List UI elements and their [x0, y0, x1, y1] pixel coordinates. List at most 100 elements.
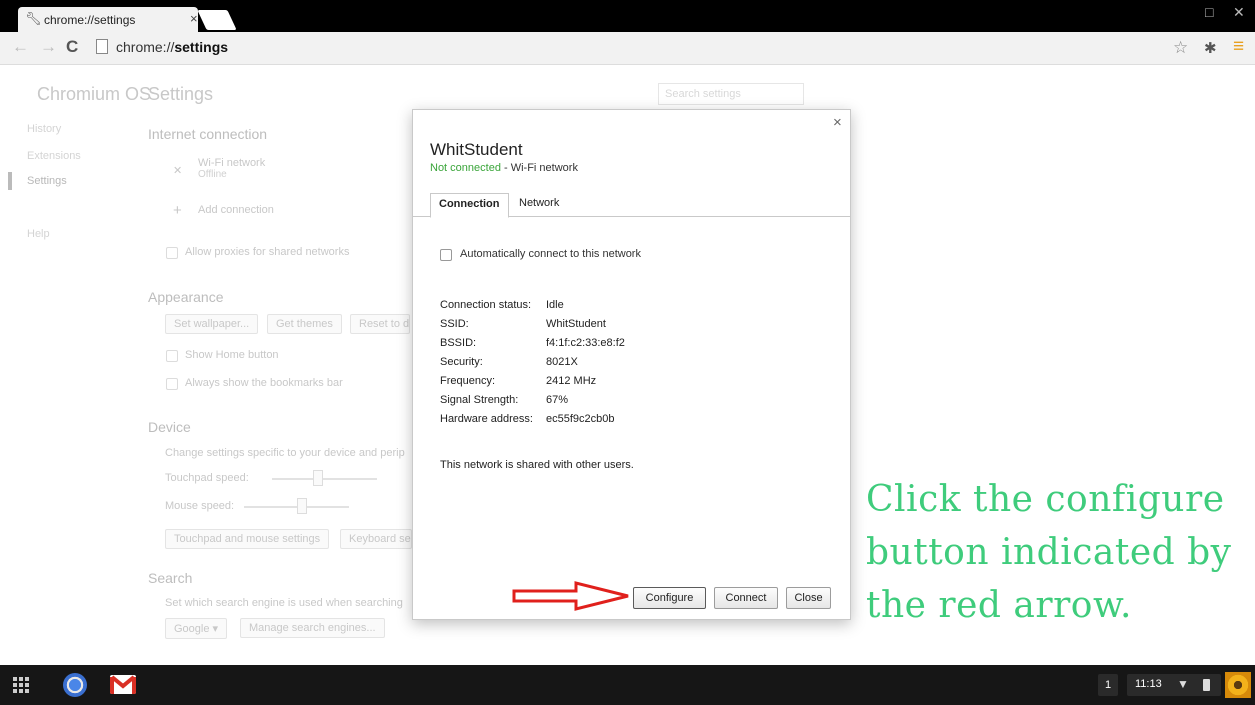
- sidebar-item-settings[interactable]: Settings: [27, 175, 67, 187]
- dialog-tabs: Connection Network: [413, 190, 850, 218]
- sidebar-item-help[interactable]: Help: [27, 228, 50, 240]
- touchpad-slider-handle[interactable]: [313, 470, 323, 486]
- detail-value: ec55f9c2cb0b: [546, 413, 615, 425]
- wifi-off-icon: ✕: [173, 165, 183, 177]
- back-icon[interactable]: ←: [12, 37, 29, 57]
- detail-row: Signal Strength: 67%: [440, 394, 568, 406]
- extension-icon[interactable]: ✱: [1204, 39, 1217, 57]
- detail-label: BSSID:: [440, 337, 477, 349]
- sidebar-selection-bar: [8, 172, 12, 190]
- configure-button[interactable]: Configure: [633, 587, 706, 609]
- detail-label: SSID:: [440, 318, 469, 330]
- search-description: Set which search engine is used when sea…: [165, 597, 403, 609]
- connection-status-text: Not connected: [430, 162, 501, 174]
- detail-label: Frequency:: [440, 375, 496, 387]
- dialog-subtitle: Not connected - Wi-Fi network: [430, 162, 578, 174]
- detail-label: Hardware address:: [440, 413, 533, 425]
- wifi-network-label[interactable]: Wi-Fi network: [198, 157, 265, 169]
- detail-row: SSID: WhitStudent: [440, 318, 606, 330]
- maximize-icon[interactable]: □: [1205, 4, 1213, 20]
- sidebar-item-history[interactable]: History: [27, 123, 61, 135]
- wrench-icon: 🔧︎: [25, 11, 42, 26]
- tab-strip: 🔧︎ chrome://settings × □ ✕: [0, 0, 1255, 33]
- search-settings-input[interactable]: Search settings: [658, 83, 804, 105]
- detail-row: Connection status: Idle: [440, 299, 564, 311]
- tab-close-icon[interactable]: ×: [190, 11, 198, 26]
- keyboard-settings-button[interactable]: Keyboard se: [340, 529, 412, 549]
- detail-label: Signal Strength:: [440, 394, 519, 406]
- detail-value: 2412 MHz: [546, 375, 597, 387]
- dialog-title: WhitStudent: [430, 140, 523, 159]
- connect-button[interactable]: Connect: [714, 587, 778, 609]
- app-name: Chromium OS: [37, 84, 152, 104]
- detail-row: Security: 8021X: [440, 356, 578, 368]
- tab-network[interactable]: Network: [511, 193, 567, 217]
- appearance-heading: Appearance: [148, 289, 224, 305]
- network-details-dialog: × WhitStudent Not connected - Wi-Fi netw…: [412, 109, 851, 620]
- detail-label: Connection status:: [440, 299, 532, 311]
- show-home-label: Show Home button: [185, 349, 279, 361]
- arrow-shape: [512, 581, 629, 611]
- address-bar[interactable]: chrome://settings: [96, 37, 1164, 59]
- device-description: Change settings specific to your device …: [165, 447, 405, 459]
- reset-theme-button[interactable]: Reset to d: [350, 314, 410, 334]
- detail-value: f4:1f:c2:33:e8:f2: [546, 337, 625, 349]
- wifi-icon: ▼: [1177, 677, 1189, 691]
- clock: 11:13: [1135, 678, 1162, 690]
- detail-value: WhitStudent: [546, 318, 606, 330]
- detail-label: Security:: [440, 356, 483, 368]
- manage-engines-button[interactable]: Manage search engines...: [240, 618, 385, 638]
- search-engine-select[interactable]: Google ▾: [165, 618, 228, 639]
- detail-value: Idle: [546, 299, 564, 311]
- notification-count[interactable]: 1: [1098, 674, 1118, 696]
- os-shelf: 1 11:13 ▼: [0, 665, 1255, 705]
- detail-value: 8021X: [546, 356, 578, 368]
- allow-proxies-label: Allow proxies for shared networks: [185, 246, 350, 258]
- set-wallpaper-button[interactable]: Set wallpaper...: [165, 314, 259, 334]
- browser-tab[interactable]: 🔧︎ chrome://settings ×: [18, 7, 198, 33]
- gmail-icon[interactable]: [110, 675, 136, 694]
- allow-proxies-checkbox[interactable]: [166, 247, 178, 259]
- app-launcher-icon[interactable]: [13, 677, 29, 693]
- avatar[interactable]: [1225, 672, 1251, 698]
- system-tray[interactable]: 11:13 ▼: [1127, 674, 1221, 696]
- dialog-close-icon[interactable]: ×: [833, 114, 842, 131]
- touchpad-settings-button[interactable]: Touchpad and mouse settings: [165, 529, 330, 549]
- mouse-slider-handle[interactable]: [297, 498, 307, 514]
- detail-value: 67%: [546, 394, 569, 406]
- show-home-checkbox[interactable]: [166, 350, 178, 362]
- sidebar-item-extensions[interactable]: Extensions: [27, 150, 81, 162]
- bookmarks-bar-label: Always show the bookmarks bar: [185, 377, 343, 389]
- detail-row: Hardware address: ec55f9c2cb0b: [440, 413, 615, 425]
- forward-icon[interactable]: →: [40, 37, 57, 57]
- detail-row: Frequency: 2412 MHz: [440, 375, 596, 387]
- window-close-icon[interactable]: ✕: [1233, 4, 1245, 21]
- url-scheme: chrome://: [116, 39, 175, 55]
- close-button[interactable]: Close: [786, 587, 831, 609]
- device-heading: Device: [148, 419, 191, 435]
- auto-connect-label: Automatically connect to this network: [460, 248, 641, 260]
- page-title: Settings: [148, 84, 214, 104]
- reload-icon[interactable]: C: [66, 37, 78, 57]
- get-themes-button[interactable]: Get themes: [267, 314, 342, 334]
- add-icon: +: [173, 202, 182, 219]
- red-arrow-annotation: [512, 581, 629, 611]
- internet-heading: Internet connection: [148, 126, 268, 142]
- search-engine-value: Google: [174, 623, 210, 635]
- new-tab-button[interactable]: [197, 10, 237, 30]
- search-heading: Search: [148, 570, 193, 586]
- network-type-text: - Wi-Fi network: [500, 162, 578, 174]
- auto-connect-checkbox[interactable]: [440, 249, 452, 261]
- touchpad-speed-slider[interactable]: [272, 478, 377, 480]
- shared-network-note: This network is shared with other users.: [440, 459, 634, 471]
- url-host: settings: [174, 39, 229, 55]
- star-icon[interactable]: ☆: [1173, 38, 1188, 58]
- menu-icon[interactable]: ≡: [1233, 36, 1244, 58]
- page-icon: [96, 39, 108, 54]
- bookmarks-bar-checkbox[interactable]: [166, 378, 178, 390]
- add-connection-link[interactable]: Add connection: [198, 204, 274, 216]
- browser-toolbar: ← → C chrome://settings ☆ ✱ ≡: [0, 32, 1255, 65]
- chrome-icon[interactable]: [63, 673, 87, 697]
- mouse-speed-label: Mouse speed:: [165, 500, 235, 512]
- tab-connection[interactable]: Connection: [430, 193, 509, 218]
